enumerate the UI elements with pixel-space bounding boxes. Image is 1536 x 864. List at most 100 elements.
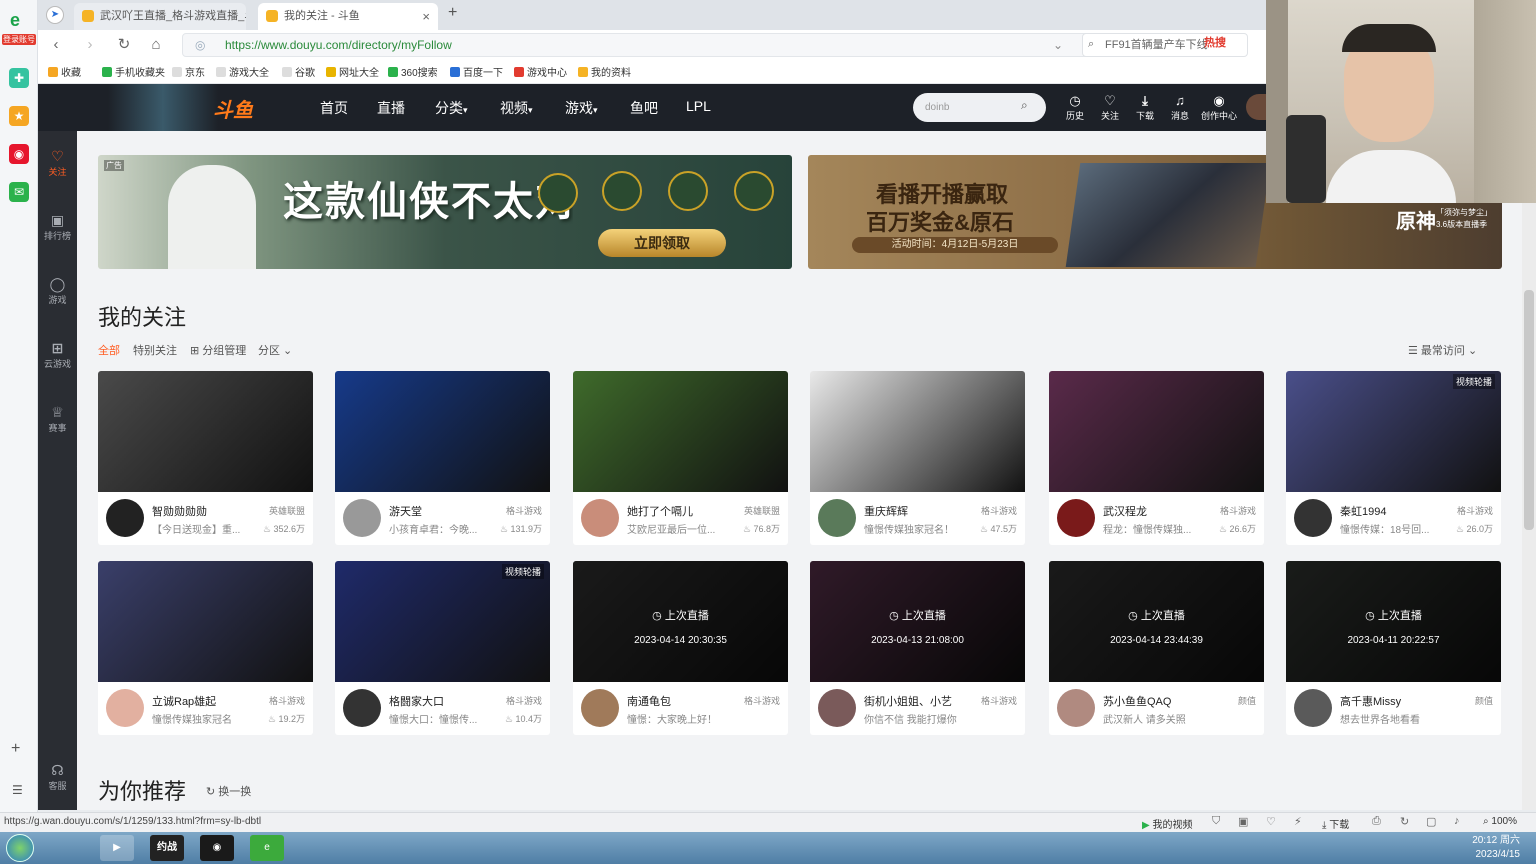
follow-card[interactable]: 她打了个嗝儿 英雄联盟 艾欧尼亚最后一位... ♨ 76.8万 — [573, 371, 788, 545]
browser-taskbar-icon[interactable]: e — [250, 835, 284, 861]
history-button[interactable]: ◷ 历史 — [1059, 92, 1091, 122]
nav-video[interactable]: 视频▾ — [500, 98, 533, 118]
avatar[interactable] — [1057, 689, 1095, 727]
sidebar-item-ranking[interactable]: ▣ 排行榜 — [38, 211, 77, 242]
nav-home[interactable]: 首页 — [320, 98, 348, 118]
stream-thumbnail[interactable] — [335, 561, 550, 682]
stream-thumbnail[interactable] — [810, 371, 1025, 492]
bookmark-item[interactable]: 百度一下 — [450, 64, 503, 79]
ad-banner-xianxia[interactable]: 广告 这款仙侠不太对劲 立即领取 — [98, 155, 792, 269]
follow-card[interactable]: 游天堂 格斗游戏 小孩育卓君：今晚... ♨ 131.9万 — [335, 371, 550, 545]
follow-card[interactable]: 武汉程龙 格斗游戏 程龙：憧憬传媒独... ♨ 26.6万 — [1049, 371, 1264, 545]
filter-group-manage[interactable]: ⊞ 分组管理 — [190, 342, 246, 358]
refresh-icon[interactable]: ↻ — [1400, 815, 1409, 828]
streamer-name[interactable]: 武汉程龙 — [1103, 503, 1213, 519]
menu-icon[interactable]: ☰ — [12, 783, 23, 797]
stream-thumbnail[interactable] — [98, 561, 313, 682]
stream-thumbnail[interactable] — [1286, 371, 1501, 492]
tab-my-follow[interactable]: 我的关注 - 斗鱼 × — [258, 3, 438, 30]
nav-lpl[interactable]: LPL — [686, 98, 711, 114]
follow-card[interactable]: ◷ 上次直播 2023-04-14 20:30:35 南通龟包 格斗游戏 憧憬：大家晚上… — [573, 561, 788, 735]
back-icon[interactable]: ‹ — [46, 35, 66, 55]
avatar[interactable] — [106, 689, 144, 727]
address-bar[interactable]: ◎ https://www.douyu.com/directory/myFoll… — [182, 33, 1108, 57]
follow-card[interactable]: 立诚Rap雄起 格斗游戏 憧憬传媒独家冠名 ♨ 19.2万 — [98, 561, 313, 735]
avatar[interactable] — [818, 689, 856, 727]
refresh-button[interactable]: ↻ 换一换 — [206, 783, 251, 799]
avatar[interactable] — [1246, 94, 1266, 120]
streamer-name[interactable]: 立诚Rap雄起 — [152, 693, 262, 709]
claim-now-button[interactable]: 立即领取 — [598, 229, 726, 257]
bookmark-item[interactable]: 网址大全 — [326, 64, 379, 79]
follow-card[interactable]: ◷ 上次直播 2023-04-11 20:22:57 高千惠Missy 颜值 想去世界各… — [1286, 561, 1501, 735]
login-account-button[interactable]: 登录账号 — [2, 34, 36, 45]
streamer-name[interactable]: 重庆辉辉 — [864, 503, 974, 519]
add-icon[interactable]: + — [11, 740, 20, 758]
streamer-name[interactable]: 格闘家大口 — [389, 693, 499, 709]
search-icon[interactable]: ⌕ — [1021, 98, 1028, 113]
print-icon[interactable]: ⎙ — [1372, 815, 1381, 828]
filter-special[interactable]: 特别关注 — [133, 342, 177, 358]
streamer-name[interactable]: 南通龟包 — [627, 693, 737, 709]
start-button[interactable] — [6, 834, 34, 862]
filter-zone[interactable]: 分区 ⌄ — [258, 342, 292, 358]
sidebar-item-games[interactable]: ◯ 游戏 — [38, 275, 77, 306]
sidebar-item-cloud-games[interactable]: ⊞ 云游戏 — [38, 339, 77, 370]
streamer-name[interactable]: 苏小鱼鱼QAQ — [1103, 693, 1213, 709]
streamer-name[interactable]: 游天堂 — [389, 503, 499, 519]
message-button[interactable]: ♫ 消息 — [1164, 92, 1196, 122]
home-icon[interactable]: ⌂ — [146, 35, 166, 55]
speed-icon[interactable]: ⚡ — [1294, 815, 1302, 828]
sidebar-item-follow[interactable]: ♡ 关注 — [38, 147, 77, 178]
zoom-level[interactable]: ⌕ 100% — [1483, 816, 1517, 827]
dropdown-icon[interactable]: ⌄ — [1053, 38, 1063, 52]
avatar[interactable] — [581, 689, 619, 727]
clock[interactable]: 20:12 周六 2023/4/15 — [1460, 834, 1520, 862]
streamer-name[interactable]: 智勋勋勋勋 — [152, 503, 262, 519]
douyu-logo[interactable]: 斗鱼 — [213, 94, 253, 123]
weibo-icon[interactable]: ◉ — [9, 144, 29, 164]
nav-games[interactable]: 游戏▾ — [565, 98, 598, 118]
follow-card[interactable]: 智勋勋勋勋 英雄联盟 【今日送现金】重... ♨ 352.6万 — [98, 371, 313, 545]
avatar[interactable] — [343, 689, 381, 727]
filter-all[interactable]: 全部 — [98, 342, 120, 358]
volume-icon[interactable]: ♪ — [1454, 815, 1460, 827]
follow-card[interactable]: 重庆辉辉 格斗游戏 憧憬传媒独家冠名！ ♨ 47.5万 — [810, 371, 1025, 545]
follow-card[interactable]: 视频轮播 秦虹1994 格斗游戏 憧憬传媒：18号回... ♨ 26.0万 — [1286, 371, 1501, 545]
avatar[interactable] — [1057, 499, 1095, 537]
bookmark-item[interactable]: 360搜索 — [388, 64, 438, 79]
hot-search-badge[interactable]: 热搜 — [1204, 34, 1226, 50]
sort-dropdown[interactable]: ☰ 最常访问 ⌄ — [1408, 342, 1477, 358]
nav-fishbar[interactable]: 鱼吧 — [630, 98, 658, 118]
obs-icon[interactable]: ◉ — [200, 835, 234, 861]
stream-thumbnail[interactable] — [1049, 371, 1264, 492]
stream-thumbnail[interactable] — [573, 371, 788, 492]
mail-icon[interactable]: ✉ — [9, 182, 29, 202]
avatar[interactable] — [818, 499, 856, 537]
avatar[interactable] — [1294, 689, 1332, 727]
avatar[interactable] — [1294, 499, 1332, 537]
stream-thumbnail[interactable] — [335, 371, 550, 492]
media-player-icon[interactable]: ▶ — [100, 835, 134, 861]
reload-icon[interactable]: ↻ — [114, 35, 134, 55]
new-tab-button[interactable]: + — [448, 4, 457, 22]
nav-category[interactable]: 分类▾ — [435, 98, 468, 118]
creator-center-button[interactable]: ◉ 创作中心 — [1201, 92, 1237, 122]
favorites-icon[interactable]: ★ — [9, 106, 29, 126]
avatar[interactable] — [106, 499, 144, 537]
bookmark-item[interactable]: 京东 — [172, 64, 205, 79]
follow-card[interactable]: ◷ 上次直播 2023-04-14 23:44:39 苏小鱼鱼QAQ 颜值 武汉新人 请… — [1049, 561, 1264, 735]
navigate-icon[interactable]: ➤ — [46, 6, 64, 24]
download-button[interactable]: ⤓ 下载 — [1322, 816, 1349, 831]
bookmark-item[interactable]: 我的资料 — [578, 64, 631, 79]
sidebar-item-events[interactable]: ♕ 赛事 — [38, 403, 77, 434]
follow-button[interactable]: ♡ 关注 — [1094, 92, 1126, 122]
streamer-name[interactable]: 她打了个嗝儿 — [627, 503, 737, 519]
bookmark-item[interactable]: 收藏 — [48, 64, 81, 79]
forward-icon[interactable]: › — [80, 35, 100, 55]
bookmark-item[interactable]: 手机收藏夹 — [102, 64, 165, 79]
streamer-name[interactable]: 高千惠Missy — [1340, 693, 1450, 709]
stream-thumbnail[interactable] — [98, 371, 313, 492]
streamer-name[interactable]: 秦虹1994 — [1340, 503, 1450, 519]
nav-live[interactable]: 直播 — [377, 98, 405, 118]
